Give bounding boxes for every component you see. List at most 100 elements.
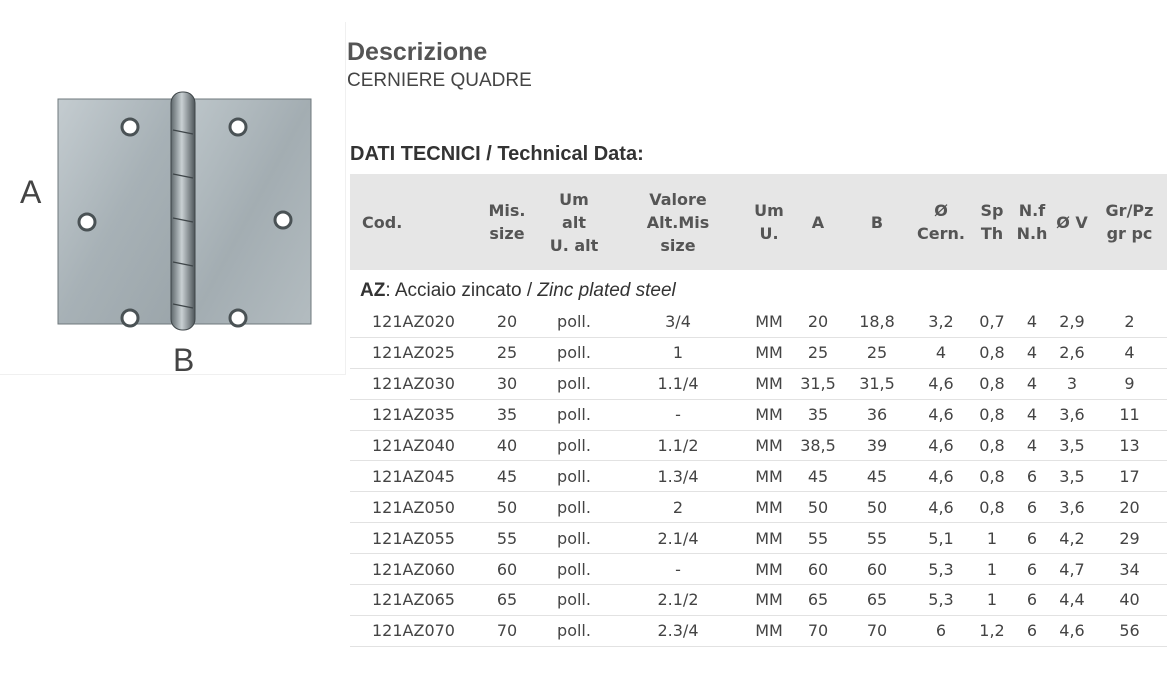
header-line: size	[660, 235, 696, 255]
material-code: AZ	[360, 279, 386, 301]
header-line: Cern.	[917, 224, 965, 243]
cell-thickness: 1,2	[972, 615, 1012, 647]
cell-code: 121AZ060	[350, 553, 476, 586]
cell-weight: 13	[1092, 430, 1167, 462]
cell-weight: 56	[1092, 615, 1167, 647]
cell-holes: 4	[1012, 430, 1052, 462]
dimension-label-a: A	[20, 174, 42, 210]
technical-data-title: DATI TECNICI / Technical Data:	[350, 143, 644, 165]
description-title: Descrizione	[347, 38, 488, 66]
cell-weight: 29	[1092, 522, 1167, 555]
cell-hole-diameter: 4,7	[1052, 553, 1092, 586]
cell-thickness: 1	[972, 522, 1012, 555]
cell-size: 30	[476, 368, 538, 400]
header-line: Gr/Pz	[1105, 201, 1154, 220]
cell-code: 121AZ020	[350, 307, 476, 338]
header-line: B	[870, 212, 884, 232]
cell-b: 39	[844, 430, 910, 462]
cell-unit-alt: poll.	[538, 491, 610, 524]
cell-b: 36	[844, 399, 910, 431]
table-row: 121AZ065 65 poll. 2.1/2 MM 65 65 5,3 1 6 4,4 40	[350, 584, 1167, 616]
cell-pin-diameter: 4,6	[910, 368, 972, 400]
header-line: Th	[980, 224, 1004, 243]
column-header-weight: Gr/Pz gr pc	[1092, 174, 1167, 270]
header-line: Um	[559, 189, 589, 209]
cell-unit: MM	[746, 337, 792, 369]
cell-a: 31,5	[792, 368, 844, 400]
product-image-panel: A B	[0, 22, 346, 378]
cell-pin-diameter: 4,6	[910, 460, 972, 493]
cell-alt-value: -	[610, 553, 746, 586]
cell-alt-value: 2.1/2	[610, 584, 746, 616]
cell-pin-diameter: 4	[910, 337, 972, 369]
cell-b: 45	[844, 460, 910, 493]
cell-size: 20	[476, 307, 538, 338]
header-line: A	[811, 212, 825, 232]
cell-weight: 9	[1092, 368, 1167, 400]
cell-b: 25	[844, 337, 910, 369]
cell-weight: 4	[1092, 337, 1167, 369]
cell-unit-alt: poll.	[538, 553, 610, 586]
cell-unit: MM	[746, 553, 792, 586]
table-row: 121AZ020 20 poll. 3/4 MM 20 18,8 3,2 0,7 4 2,9 2	[350, 307, 1167, 338]
table-row: 121AZ025 25 poll. 1 MM 25 25 4 0,8 4 2,6 4	[350, 337, 1167, 369]
cell-unit-alt: poll.	[538, 337, 610, 369]
cell-alt-value: 2	[610, 491, 746, 524]
cell-holes: 6	[1012, 553, 1052, 586]
header-line: alt	[562, 212, 586, 232]
header-line: Ø	[934, 201, 948, 220]
cell-a: 65	[792, 584, 844, 616]
dimension-label-b: B	[173, 342, 195, 378]
cell-holes: 6	[1012, 460, 1052, 493]
column-header-unit: Um U.	[746, 174, 792, 270]
cell-code: 121AZ040	[350, 430, 476, 462]
cell-size: 40	[476, 430, 538, 462]
cell-b: 31,5	[844, 368, 910, 400]
cell-unit: MM	[746, 430, 792, 462]
cell-a: 60	[792, 553, 844, 586]
cell-thickness: 0,8	[972, 399, 1012, 431]
cell-holes: 4	[1012, 307, 1052, 338]
cell-weight: 40	[1092, 584, 1167, 616]
header-line: Cod.	[362, 212, 403, 232]
cell-hole-diameter: 3,6	[1052, 491, 1092, 524]
material-separator: :	[385, 279, 391, 301]
cell-pin-diameter: 4,6	[910, 399, 972, 431]
cell-b: 50	[844, 491, 910, 524]
cell-unit-alt: poll.	[538, 615, 610, 647]
cell-pin-diameter: 5,3	[910, 584, 972, 616]
table-row: 121AZ045 45 poll. 1.3/4 MM 45 45 4,6 0,8 6 3,5 17	[350, 460, 1167, 493]
cell-code: 121AZ030	[350, 368, 476, 400]
cell-alt-value: 1.3/4	[610, 460, 746, 493]
cell-size: 65	[476, 584, 538, 616]
cell-unit-alt: poll.	[538, 399, 610, 431]
header-line: Sp	[980, 201, 1004, 220]
cell-hole-diameter: 3,5	[1052, 430, 1092, 462]
cell-hole-diameter: 2,6	[1052, 337, 1092, 369]
cell-pin-diameter: 4,6	[910, 430, 972, 462]
cell-hole-diameter: 4,2	[1052, 522, 1092, 555]
cell-unit: MM	[746, 307, 792, 338]
cell-thickness: 0,8	[972, 430, 1012, 462]
cell-weight: 2	[1092, 307, 1167, 338]
cell-thickness: 0,8	[972, 491, 1012, 524]
cell-a: 45	[792, 460, 844, 493]
cell-a: 38,5	[792, 430, 844, 462]
cell-holes: 4	[1012, 399, 1052, 431]
cell-alt-value: 2.1/4	[610, 522, 746, 555]
cell-hole-diameter: 3,5	[1052, 460, 1092, 493]
cell-pin-diameter: 6	[910, 615, 972, 647]
cell-unit: MM	[746, 399, 792, 431]
column-header-thickness: Sp Th	[972, 174, 1012, 270]
cell-holes: 4	[1012, 337, 1052, 369]
header-line: size	[489, 224, 525, 243]
cell-size: 35	[476, 399, 538, 431]
table-body: AZ: Acciaio zincato / Zinc plated steel …	[350, 270, 1167, 647]
header-line: Ø V	[1056, 212, 1088, 232]
cell-unit-alt: poll.	[538, 460, 610, 493]
cell-size: 25	[476, 337, 538, 369]
cell-a: 55	[792, 522, 844, 555]
technical-data-table: Cod. Mis. size Um alt U. alt Valore Alt.Mis size…	[350, 174, 1167, 647]
cell-a: 20	[792, 307, 844, 338]
table-row: 121AZ055 55 poll. 2.1/4 MM 55 55 5,1 1 6 4,2 29	[350, 522, 1167, 555]
